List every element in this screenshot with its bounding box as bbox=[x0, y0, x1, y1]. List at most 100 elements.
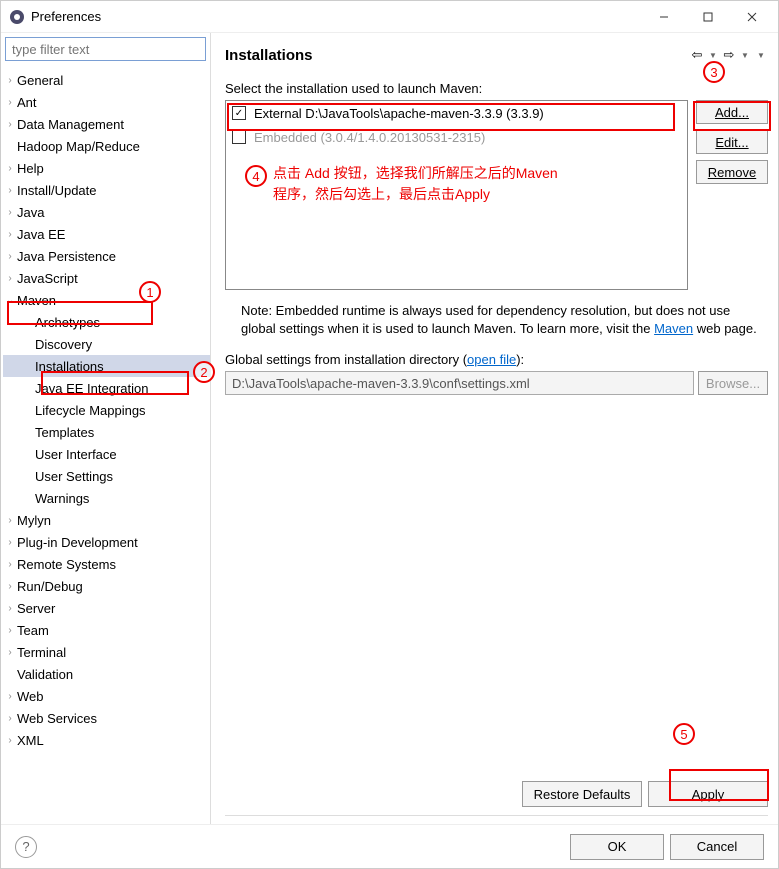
browse-button[interactable]: Browse... bbox=[698, 371, 768, 395]
expand-icon[interactable]: › bbox=[3, 603, 17, 614]
filter-input[interactable] bbox=[5, 37, 206, 61]
tree-item-label: Data Management bbox=[17, 117, 124, 132]
global-settings-path[interactable] bbox=[225, 371, 694, 395]
forward-menu-icon[interactable]: ▼ bbox=[738, 48, 752, 62]
expand-icon[interactable]: › bbox=[3, 229, 17, 240]
tree-item-label: Java EE Integration bbox=[35, 381, 148, 396]
installation-label: Embedded (3.0.4/1.4.0.20130531-2315) bbox=[254, 130, 485, 145]
expand-icon[interactable]: › bbox=[3, 273, 17, 284]
edit-button[interactable]: Edit... bbox=[696, 130, 768, 154]
tree-item[interactable]: ›Java bbox=[3, 201, 210, 223]
select-installation-label: Select the installation used to launch M… bbox=[225, 81, 768, 96]
expand-icon[interactable]: › bbox=[3, 559, 17, 570]
tree-item[interactable]: ›Data Management bbox=[3, 113, 210, 135]
expand-icon[interactable]: › bbox=[3, 515, 17, 526]
tree-item[interactable]: ›Remote Systems bbox=[3, 553, 210, 575]
forward-icon[interactable]: ⇨ bbox=[722, 48, 736, 62]
expand-icon[interactable]: › bbox=[3, 581, 17, 592]
apply-button[interactable]: Apply bbox=[648, 781, 768, 807]
remove-button[interactable]: Remove bbox=[696, 160, 768, 184]
tree-item[interactable]: Installations bbox=[3, 355, 210, 377]
tree-item-label: Templates bbox=[35, 425, 94, 440]
installations-list[interactable]: ✓ External D:\JavaTools\apache-maven-3.3.… bbox=[225, 100, 688, 290]
back-menu-icon[interactable]: ▼ bbox=[706, 48, 720, 62]
expand-icon[interactable]: › bbox=[3, 207, 17, 218]
expand-icon[interactable]: › bbox=[3, 251, 17, 262]
tree-item[interactable]: Java EE Integration bbox=[3, 377, 210, 399]
tree-item-label: User Settings bbox=[35, 469, 113, 484]
expand-icon[interactable]: › bbox=[3, 735, 17, 746]
add-button[interactable]: Add... bbox=[696, 100, 768, 124]
tree-item-label: Warnings bbox=[35, 491, 89, 506]
tree-item[interactable]: Templates bbox=[3, 421, 210, 443]
right-pane: Installations ⇦ ▼ ⇨ ▼ ▼ Select the insta… bbox=[211, 33, 778, 824]
tree-item[interactable]: ›Plug-in Development bbox=[3, 531, 210, 553]
installation-checkbox[interactable]: ✓ bbox=[232, 106, 246, 120]
menu-icon[interactable]: ▼ bbox=[754, 48, 768, 62]
expand-icon[interactable]: › bbox=[3, 75, 17, 86]
open-file-link[interactable]: open file bbox=[467, 352, 516, 367]
note-text: Note: Embedded runtime is always used fo… bbox=[225, 302, 768, 338]
tree-item-label: Discovery bbox=[35, 337, 92, 352]
tree-item[interactable]: Validation bbox=[3, 663, 210, 685]
expand-icon[interactable]: › bbox=[3, 537, 17, 548]
tree-item[interactable]: ›Mylyn bbox=[3, 509, 210, 531]
bottom-bar: ? OK Cancel bbox=[1, 824, 778, 868]
tree-item[interactable]: ⌄Maven bbox=[3, 289, 210, 311]
expand-icon[interactable]: › bbox=[3, 713, 17, 724]
page-heading: Installations bbox=[225, 47, 690, 64]
installation-row[interactable]: ✓ External D:\JavaTools\apache-maven-3.3.… bbox=[226, 101, 687, 125]
tree-item[interactable]: ›General bbox=[3, 69, 210, 91]
maximize-button[interactable] bbox=[686, 3, 730, 31]
expand-icon[interactable]: › bbox=[3, 647, 17, 658]
tree-item-label: Plug-in Development bbox=[17, 535, 138, 550]
tree-item-label: XML bbox=[17, 733, 44, 748]
installation-label: External D:\JavaTools\apache-maven-3.3.9… bbox=[254, 106, 544, 121]
tree-item[interactable]: ›Web bbox=[3, 685, 210, 707]
tree-item[interactable]: Hadoop Map/Reduce bbox=[3, 135, 210, 157]
back-icon[interactable]: ⇦ bbox=[690, 48, 704, 62]
tree-item[interactable]: ›Web Services bbox=[3, 707, 210, 729]
restore-defaults-button[interactable]: Restore Defaults bbox=[522, 781, 642, 807]
tree-item[interactable]: ›Team bbox=[3, 619, 210, 641]
maven-link[interactable]: Maven bbox=[654, 321, 693, 336]
expand-icon[interactable]: › bbox=[3, 163, 17, 174]
tree-item[interactable]: User Settings bbox=[3, 465, 210, 487]
expand-icon[interactable]: › bbox=[3, 97, 17, 108]
help-icon[interactable]: ? bbox=[15, 836, 37, 858]
app-icon bbox=[9, 9, 25, 25]
tree-item[interactable]: ›JavaScript bbox=[3, 267, 210, 289]
tree-item[interactable]: ›Ant bbox=[3, 91, 210, 113]
expand-icon[interactable]: › bbox=[3, 625, 17, 636]
cancel-button[interactable]: Cancel bbox=[670, 834, 764, 860]
tree-item[interactable]: User Interface bbox=[3, 443, 210, 465]
expand-icon[interactable]: › bbox=[3, 119, 17, 130]
tree-item-label: Java Persistence bbox=[17, 249, 116, 264]
expand-icon[interactable]: › bbox=[3, 185, 17, 196]
tree-item[interactable]: Lifecycle Mappings bbox=[3, 399, 210, 421]
tree-item-label: Install/Update bbox=[17, 183, 97, 198]
tree-item-label: Remote Systems bbox=[17, 557, 116, 572]
tree-item[interactable]: ›Help bbox=[3, 157, 210, 179]
tree-item-label: Validation bbox=[17, 667, 73, 682]
tree-item[interactable]: ›Java Persistence bbox=[3, 245, 210, 267]
nav-arrows: ⇦ ▼ ⇨ ▼ ▼ bbox=[690, 48, 768, 62]
tree-item[interactable]: Discovery bbox=[3, 333, 210, 355]
installation-checkbox[interactable] bbox=[232, 130, 246, 144]
tree-item[interactable]: ›XML bbox=[3, 729, 210, 751]
tree-item[interactable]: ›Server bbox=[3, 597, 210, 619]
ok-button[interactable]: OK bbox=[570, 834, 664, 860]
tree-item[interactable]: ›Install/Update bbox=[3, 179, 210, 201]
minimize-button[interactable] bbox=[642, 3, 686, 31]
tree-item[interactable]: ›Java EE bbox=[3, 223, 210, 245]
expand-icon[interactable]: ⌄ bbox=[3, 295, 17, 306]
tree-item[interactable]: ›Terminal bbox=[3, 641, 210, 663]
tree-item-label: Server bbox=[17, 601, 55, 616]
installation-row[interactable]: Embedded (3.0.4/1.4.0.20130531-2315) bbox=[226, 125, 687, 149]
tree-item[interactable]: ›Run/Debug bbox=[3, 575, 210, 597]
tree-item[interactable]: Warnings bbox=[3, 487, 210, 509]
tree-item[interactable]: Archetypes bbox=[3, 311, 210, 333]
tree-item-label: Lifecycle Mappings bbox=[35, 403, 146, 418]
close-button[interactable] bbox=[730, 3, 774, 31]
expand-icon[interactable]: › bbox=[3, 691, 17, 702]
